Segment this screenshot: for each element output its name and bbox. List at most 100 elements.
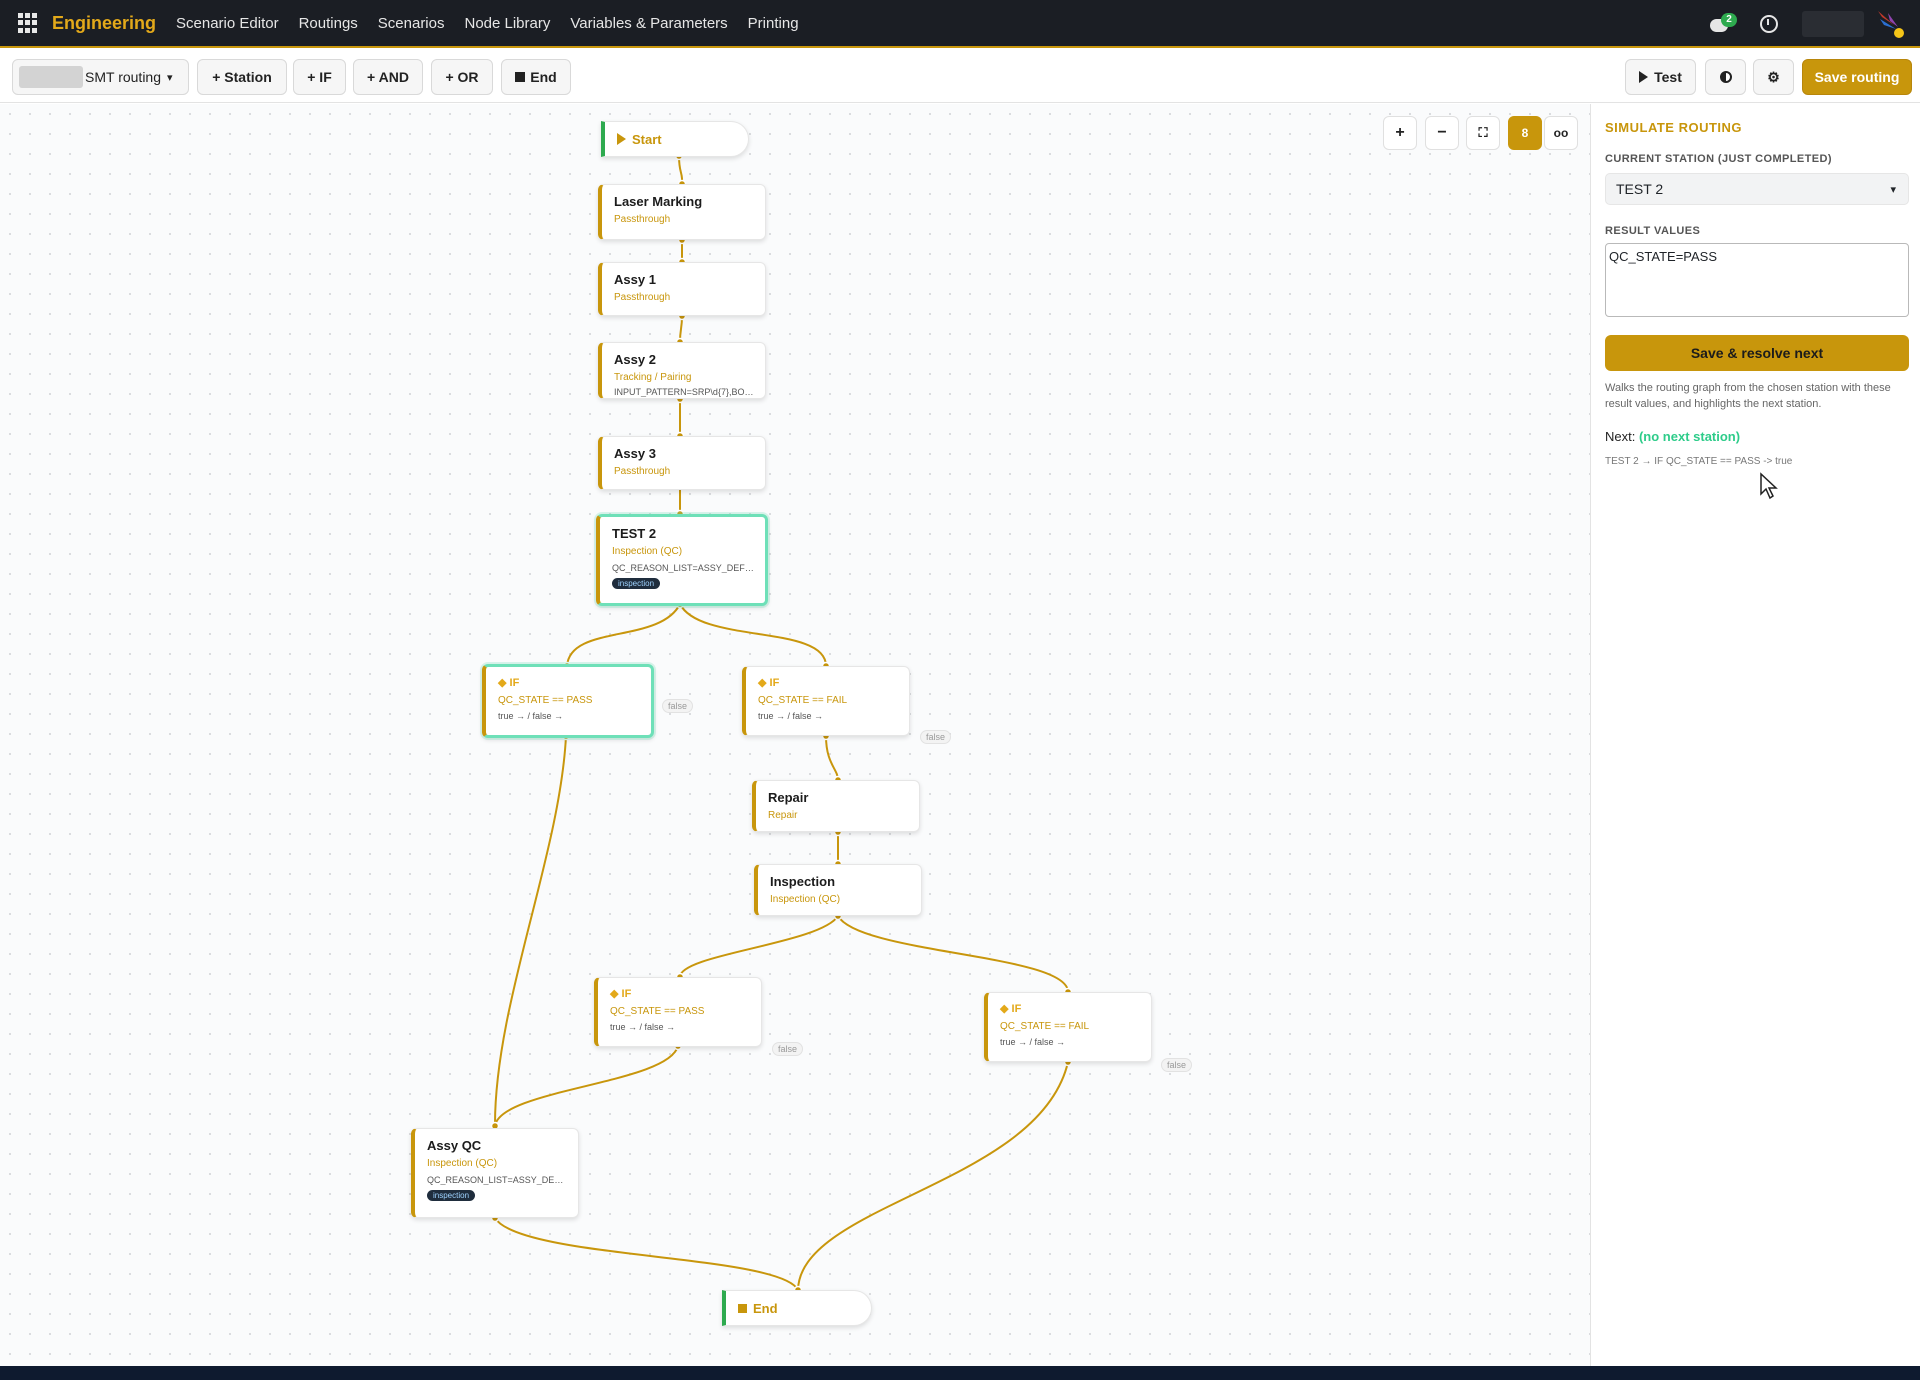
edge-assyqc-end [494,1217,799,1291]
editor-toolbar: SMT routing ▾ + Station + IF + AND + OR … [0,50,1920,103]
station-node[interactable]: Assy 3 Passthrough [598,436,766,490]
nav-scenarios[interactable]: Scenarios [378,15,445,32]
routing-name: SMT routing [85,69,161,85]
if-node[interactable]: ◆ IF QC_STATE == FAIL true → / false → [984,992,1152,1062]
condition-expression: QC_STATE == PASS [498,695,593,706]
node-type: Passthrough [614,292,671,303]
save-resolve-next-button[interactable]: Save & resolve next [1605,335,1909,371]
taskbar-strip [0,1366,1920,1380]
add-and-button[interactable]: + AND [353,59,423,95]
stop-square-icon [515,72,526,82]
node-title: Assy QC [427,1138,482,1153]
test-label: Test [1654,69,1682,85]
condition-title: ◆ IF [498,677,520,689]
add-station-button[interactable]: + Station [197,59,287,95]
station-node[interactable]: Assy 1 Passthrough [598,262,766,316]
nav-routings[interactable]: Routings [299,15,358,32]
nav-node-library[interactable]: Node Library [464,15,550,32]
end-node[interactable]: End [722,1290,872,1326]
horizontal-layout-button[interactable]: oo [1544,116,1578,150]
chevron-down-icon: ▾ [1890,183,1896,196]
clock-icon[interactable] [1760,15,1778,33]
if-node[interactable]: ◆ IF QC_STATE == FAIL true → / false → [742,666,910,736]
station-node[interactable]: Assy 2 Tracking / Pairing INPUT_PATTERN=… [598,342,766,399]
nav-printing[interactable]: Printing [748,15,799,32]
edge-if1-assyqc [494,735,567,1125]
false-branch-label: false [1161,1058,1193,1072]
chat-icon[interactable]: 2 [1708,13,1737,35]
vertical-layout-icon: 8 [1521,126,1529,140]
edge-inspection-if4 [837,915,1069,993]
station-node-selected[interactable]: TEST 2 Inspection (QC) QC_REASON_LIST=AS… [596,514,768,606]
condition-branches: true → / false → [610,1022,676,1032]
company-logo-icon[interactable] [1874,7,1908,41]
node-title: Assy 1 [614,272,656,287]
node-title: TEST 2 [612,526,657,541]
false-branch-label: false [920,730,952,744]
mouse-cursor-icon [1760,472,1778,500]
nav-scenario-editor[interactable]: Scenario Editor [176,15,279,32]
nav-variables-parameters[interactable]: Variables & Parameters [570,15,727,32]
condition-branches: true → / false → [1000,1037,1066,1047]
add-or-button[interactable]: + OR [431,59,493,95]
edge-test2-if1 [566,603,681,667]
station-node[interactable]: Inspection Inspection (QC) [754,864,922,916]
settings-button[interactable]: ⚙ [1753,59,1794,95]
station-node[interactable]: Assy QC Inspection (QC) QC_REASON_LIST=A… [411,1128,579,1218]
next-station-value: (no next station) [1638,429,1741,444]
condition-title: ◆ IF [1000,1003,1022,1015]
node-type: Tracking / Pairing [614,372,692,383]
zoom-in-button[interactable]: + [1383,116,1417,150]
user-name-redacted[interactable] [1802,11,1864,37]
routing-prefix-redacted [19,66,83,88]
false-branch-label: false [772,1042,804,1056]
node-title: Repair [768,790,809,805]
gear-icon: ⚙ [1767,68,1780,85]
zoom-out-button[interactable]: − [1425,116,1459,150]
condition-expression: QC_STATE == PASS [610,1006,705,1017]
add-if-button[interactable]: + IF [293,59,346,95]
node-type: Inspection (QC) [612,546,683,557]
add-end-button[interactable]: End [501,59,571,95]
condition-expression: QC_STATE == FAIL [758,695,848,706]
node-type: Inspection (QC) [427,1158,498,1169]
node-param: QC_REASON_LIST=ASSY_DEFEC... [612,563,755,573]
if-node[interactable]: ◆ IF QC_STATE == PASS true → / false → [594,977,762,1047]
simulate-panel: SIMULATE ROUTING CURRENT STATION (JUST C… [1590,104,1920,1366]
node-type: Repair [768,810,798,821]
start-label: Start [632,131,662,147]
apps-grid-icon[interactable] [18,13,38,33]
node-type: Inspection (QC) [770,894,841,905]
contrast-icon [1719,71,1732,83]
result-values-label: RESULT VALUES [1605,225,1701,237]
start-node[interactable]: Start [601,121,749,157]
station-node[interactable]: Laser Marking Passthrough [598,184,766,240]
condition-expression: QC_STATE == FAIL [1000,1021,1090,1032]
top-nav: Engineering Scenario Editor Routings Sce… [0,0,1920,48]
save-routing-button[interactable]: Save routing [1802,59,1912,95]
result-values-textarea[interactable]: QC_STATE=PASS [1605,243,1909,317]
node-title: Assy 3 [614,446,656,461]
condition-branches: true → / false → [498,711,564,721]
node-param: INPUT_PATTERN=SRP\d{7},BOX_... [614,387,755,397]
current-station-select[interactable]: TEST 2 ▾ [1605,173,1909,205]
theme-toggle-button[interactable] [1705,59,1746,95]
routing-select[interactable]: SMT routing ▾ [12,59,189,95]
routing-canvas[interactable]: + − ⛶ 8 oo Start Laser Marking Passthrou… [0,104,1590,1366]
fit-view-button[interactable]: ⛶ [1466,116,1500,150]
brand-title: Engineering [52,12,157,33]
help-text: Walks the routing graph from the chosen … [1605,382,1891,410]
condition-title: ◆ IF [610,988,632,1000]
vertical-layout-button[interactable]: 8 [1508,116,1542,150]
edge-if2-repair [825,735,839,781]
station-node[interactable]: Repair Repair [752,780,920,832]
node-param: QC_REASON_LIST=ASSY_DEFEC... [427,1175,568,1185]
if-node-selected[interactable]: ◆ IF QC_STATE == PASS true → / false → [482,664,654,738]
next-label: Next: [1605,429,1636,444]
fullscreen-icon: ⛶ [1478,125,1488,140]
node-type: Passthrough [614,214,671,225]
chat-count-badge: 2 [1721,13,1737,27]
panel-heading: SIMULATE ROUTING [1605,120,1743,135]
test-button[interactable]: Test [1625,59,1696,95]
horizontal-layout-icon: oo [1553,126,1569,140]
